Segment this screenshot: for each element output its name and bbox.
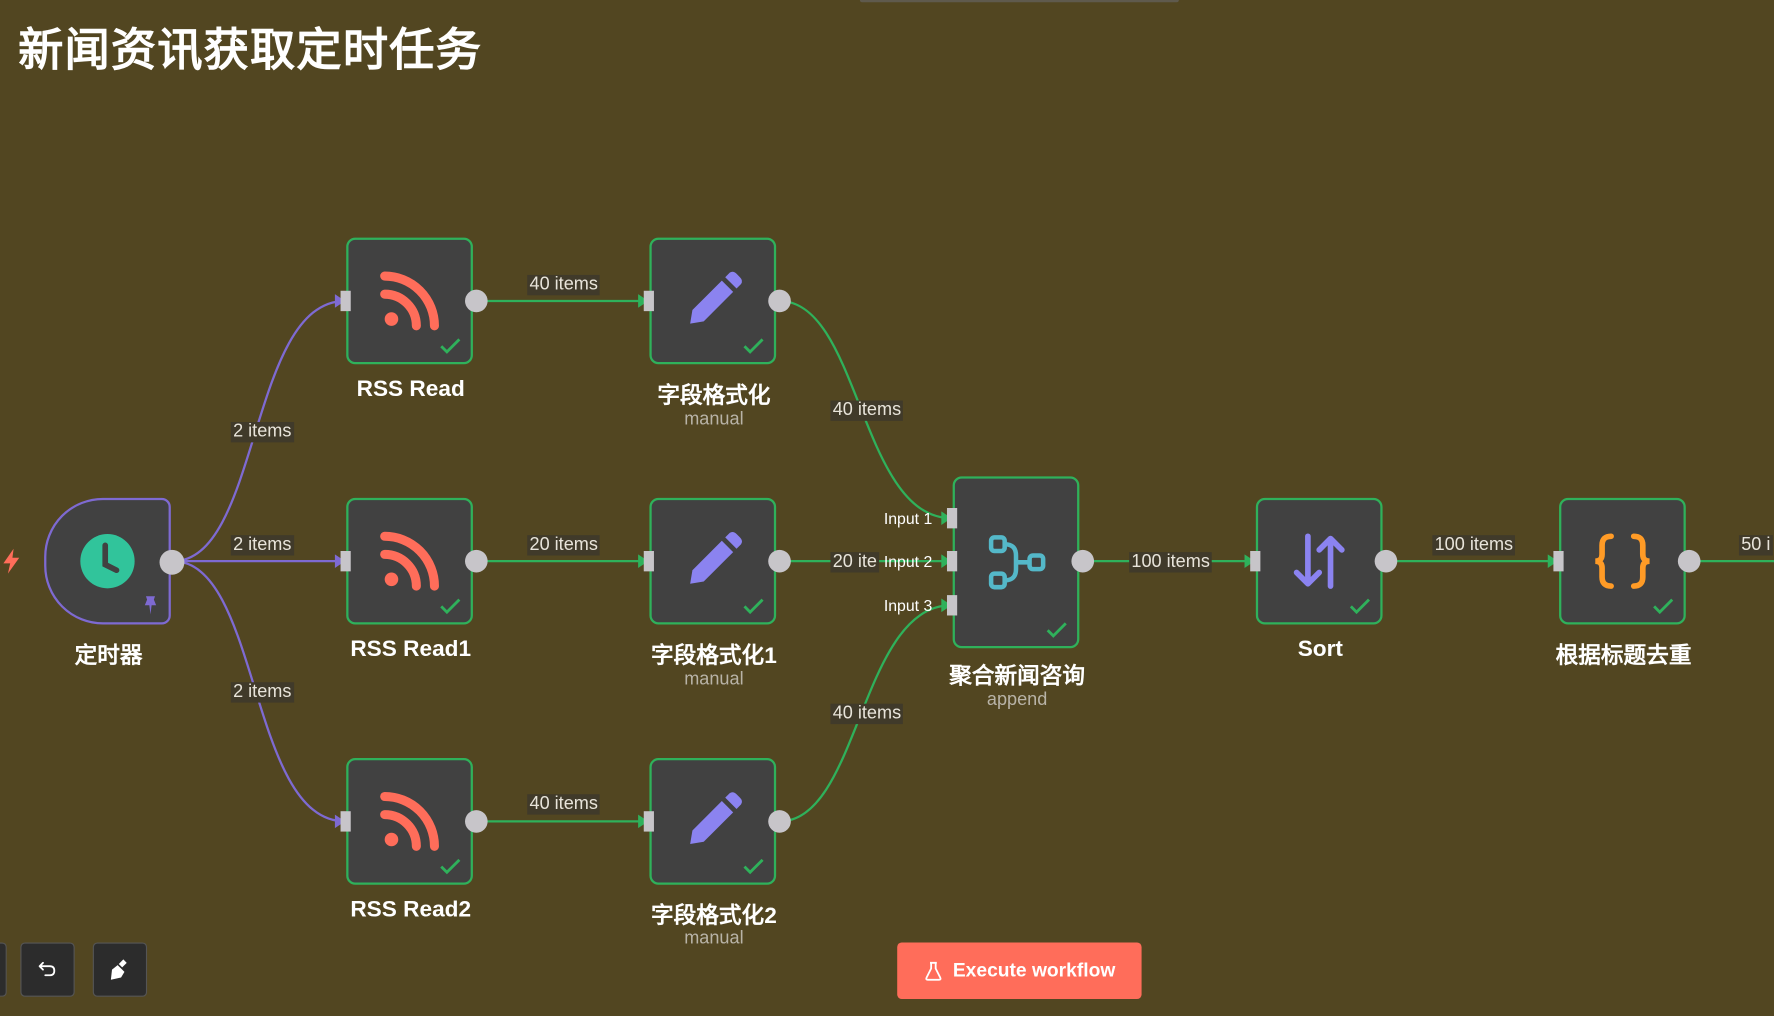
broom-icon	[110, 959, 127, 980]
edge-label-fmt0-merge: 40 items	[830, 400, 904, 421]
edge-label-trigger-rss2: 2 items	[230, 682, 294, 703]
undo-icon	[38, 961, 56, 977]
flask-icon	[925, 961, 942, 981]
edge-label-fmt2-merge: 40 items	[830, 703, 904, 725]
tidy-up-button[interactable]	[92, 942, 148, 997]
edge-label-fmt1-merge: 20 ite	[830, 552, 880, 573]
handles-layer	[340, 289, 1701, 833]
edge-label-trigger-rss0: 2 items	[230, 422, 294, 443]
edge-label-sort-dedupe: 100 items	[1432, 535, 1516, 556]
execute-workflow-button[interactable]: Execute workflow	[897, 942, 1142, 1000]
zoom-controls-stub[interactable]	[0, 942, 7, 997]
edge-label-merge-sort: 100 items	[1129, 552, 1213, 573]
edge-label-rss0-fmt0: 40 items	[527, 274, 601, 296]
execute-workflow-label: Execute workflow	[952, 959, 1116, 981]
edge-label-dedupe-next: 50 i	[1738, 535, 1773, 556]
edge-label-rss2-fmt2: 40 items	[527, 794, 601, 815]
edge-label-trigger-rss1: 2 items	[230, 535, 294, 556]
undo-button[interactable]	[20, 942, 75, 997]
edge-label-rss1-fmt1: 20 items	[527, 535, 601, 556]
workflow-canvas[interactable]: 新闻资讯获取定时任务 定时器 RSS Read RSS Read1 RSS Re…	[0, 0, 1774, 1016]
